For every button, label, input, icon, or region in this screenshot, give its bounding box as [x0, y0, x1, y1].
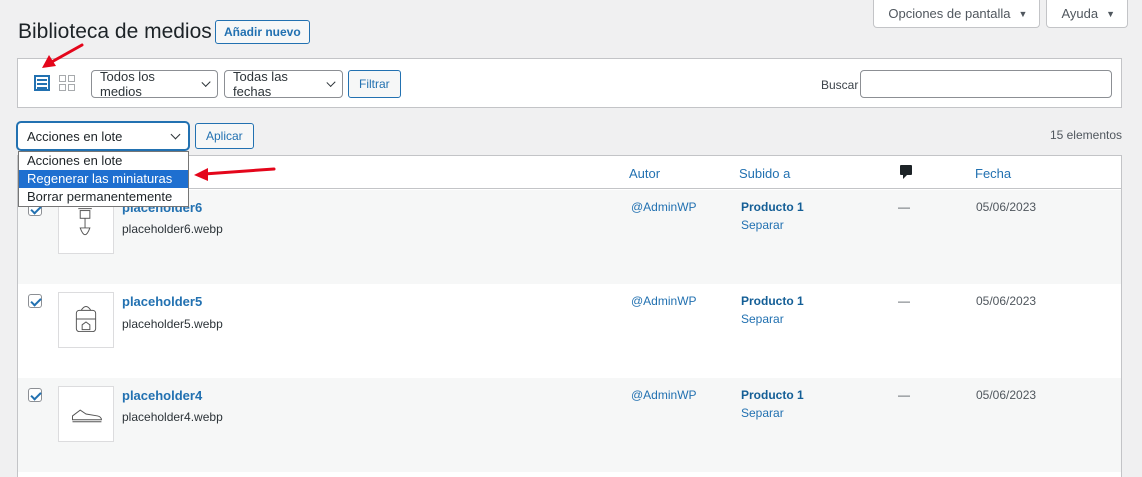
- column-date[interactable]: Fecha: [975, 166, 1011, 181]
- help-button[interactable]: Ayuda ▼: [1046, 0, 1128, 28]
- media-title-link[interactable]: placeholder5: [122, 294, 202, 309]
- row-checkbox[interactable]: [28, 388, 42, 402]
- apply-button[interactable]: Aplicar: [195, 123, 254, 149]
- screen-options-button[interactable]: Opciones de pantalla ▼: [873, 0, 1041, 28]
- caret-down-icon: ▼: [1106, 8, 1115, 19]
- screen-meta-links: Opciones de pantalla ▼ Ayuda ▼: [873, 0, 1128, 28]
- table-row: placeholder4 placeholder4.webp @AdminWP …: [18, 378, 1121, 472]
- media-filename: placeholder6.webp: [122, 222, 223, 236]
- chevron-down-icon: [201, 77, 211, 87]
- author-link[interactable]: @AdminWP: [631, 200, 697, 214]
- author-link[interactable]: @AdminWP: [631, 294, 697, 308]
- annotation-arrow-icon: [42, 43, 84, 68]
- upload-date: 05/06/2023: [976, 200, 1037, 214]
- date-filter-select[interactable]: Todas las fechas: [224, 69, 343, 99]
- media-type-value: Todos los medios: [100, 69, 155, 99]
- attached-to-link[interactable]: Producto 1: [741, 294, 804, 308]
- chevron-down-icon: [170, 129, 181, 139]
- row-checkbox[interactable]: [28, 294, 42, 308]
- bulk-option-delete-permanently[interactable]: Borrar permanentemente: [19, 188, 188, 206]
- detach-link[interactable]: Separar: [741, 406, 784, 420]
- search-input[interactable]: [860, 70, 1112, 98]
- help-label: Ayuda: [1061, 6, 1099, 21]
- caret-down-icon: ▼: [1018, 8, 1028, 19]
- attached-to-link[interactable]: Producto 1: [741, 388, 804, 402]
- filter-button[interactable]: Filtrar: [348, 70, 401, 98]
- bulk-actions-value: Acciones en lote: [27, 128, 123, 144]
- grid-view-icon[interactable]: [59, 75, 75, 91]
- add-new-button[interactable]: Añadir nuevo: [215, 20, 310, 44]
- attached-to-link[interactable]: Producto 1: [741, 200, 804, 214]
- bulk-option-regenerate-thumbnails[interactable]: Regenerar las miniaturas: [19, 170, 188, 188]
- screen-options-label: Opciones de pantalla: [888, 6, 1011, 21]
- search-label: Buscar: [821, 78, 859, 92]
- annotation-arrow-icon: [194, 167, 276, 181]
- bulk-actions-select[interactable]: Acciones en lote: [17, 122, 189, 150]
- bulk-actions-dropdown: Acciones en lote Regenerar las miniatura…: [18, 151, 189, 207]
- backpack-icon[interactable]: [58, 292, 114, 348]
- media-type-select[interactable]: Todos los medios: [91, 69, 218, 99]
- list-view-icon[interactable]: [34, 75, 50, 91]
- items-count: 15 elementos: [1049, 128, 1122, 142]
- detach-link[interactable]: Separar: [741, 312, 784, 326]
- author-link[interactable]: @AdminWP: [631, 388, 697, 402]
- media-title-link[interactable]: placeholder4: [122, 388, 202, 403]
- comment-icon[interactable]: [900, 165, 912, 179]
- upload-date: 05/06/2023: [976, 388, 1037, 402]
- column-attached[interactable]: Subido a: [739, 166, 790, 181]
- media-toolbar: Todos los medios Todas las fechas Filtra…: [17, 58, 1122, 108]
- table-row: placeholder5 placeholder5.webp @AdminWP …: [18, 284, 1121, 378]
- media-filename: placeholder5.webp: [122, 317, 223, 331]
- sneaker-icon[interactable]: [58, 386, 114, 442]
- detach-link[interactable]: Separar: [741, 218, 784, 232]
- date-filter-value: Todas las fechas: [233, 69, 288, 99]
- column-author[interactable]: Autor: [629, 166, 660, 181]
- media-filename: placeholder4.webp: [122, 410, 223, 424]
- comment-count: —: [898, 388, 910, 402]
- bulk-option-none[interactable]: Acciones en lote: [19, 152, 188, 170]
- chevron-down-icon: [326, 77, 336, 87]
- comment-count: —: [898, 294, 910, 308]
- upload-date: 05/06/2023: [976, 294, 1037, 308]
- comment-count: —: [898, 200, 910, 214]
